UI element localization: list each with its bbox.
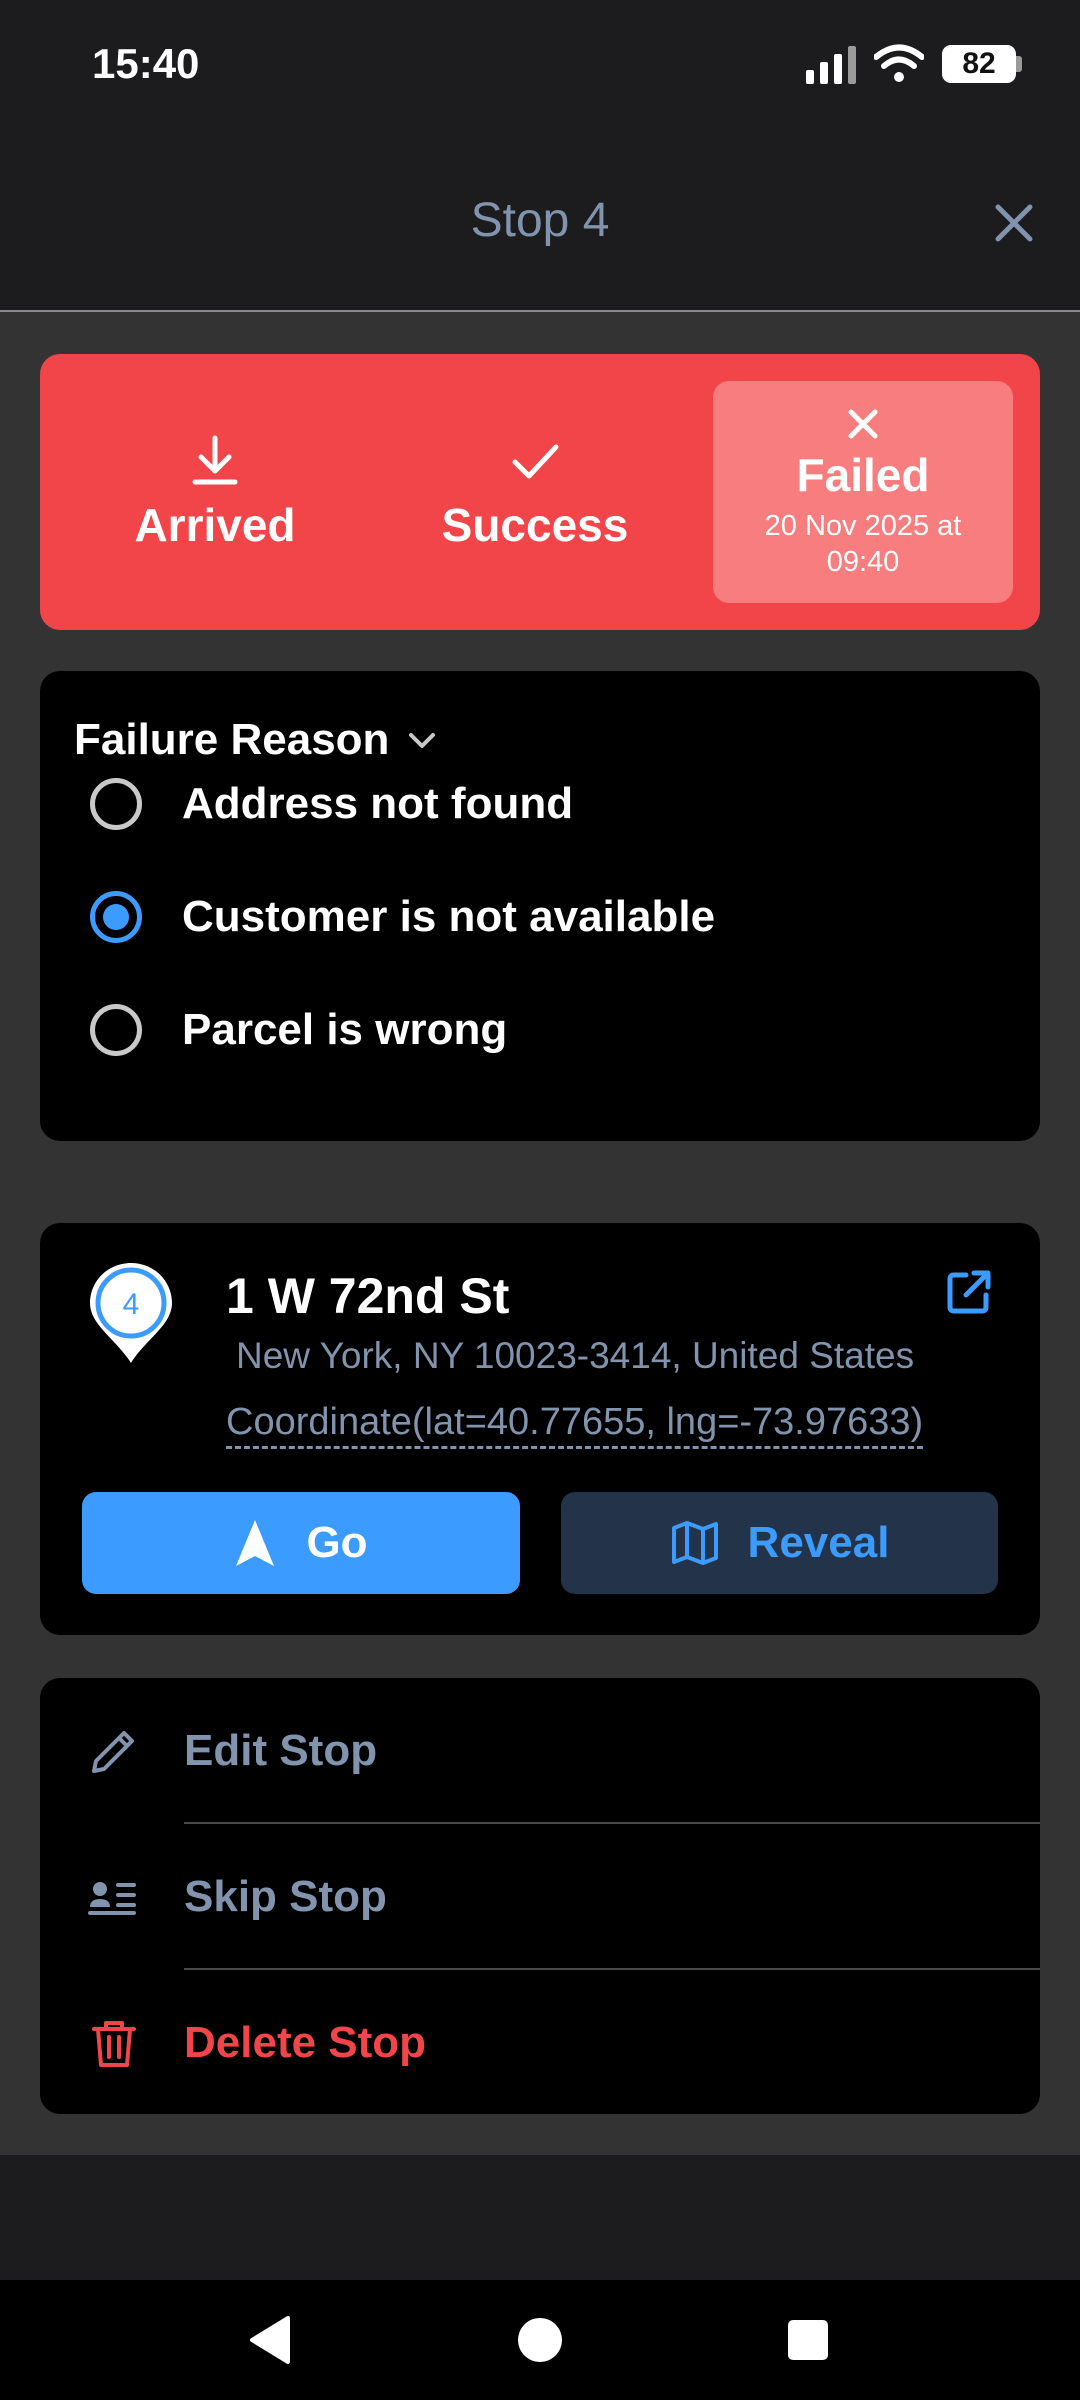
close-x-icon bbox=[848, 409, 878, 439]
delete-stop-label: Delete Stop bbox=[184, 2017, 427, 2067]
address-card: 4 1 W 72nd St New York, NY 10023-3414, U… bbox=[40, 1223, 1040, 1635]
map-icon bbox=[671, 1521, 718, 1565]
check-icon bbox=[512, 444, 559, 479]
reason-label: Customer is not available bbox=[182, 892, 716, 941]
status-arrived-button[interactable]: Arrived bbox=[40, 354, 390, 630]
delete-stop-button[interactable]: Delete Stop bbox=[40, 1970, 1040, 2114]
wifi-icon bbox=[874, 44, 924, 82]
reason-option[interactable]: Address not found bbox=[90, 778, 573, 830]
back-icon[interactable] bbox=[242, 2312, 298, 2368]
home-icon[interactable] bbox=[512, 2312, 568, 2368]
system-nav-bar bbox=[0, 2280, 1080, 2400]
reason-label: Parcel is wrong bbox=[182, 1005, 508, 1054]
status-time: 15:40 bbox=[92, 40, 200, 87]
screen: 15:40 82 Stop 4 Arrived Success Failed 2… bbox=[0, 0, 1080, 2400]
status-arrived-label: Arrived bbox=[134, 499, 296, 551]
battery-icon: 82 bbox=[942, 45, 1022, 83]
reason-option[interactable]: Customer is not available bbox=[90, 891, 715, 943]
pencil-icon bbox=[92, 1730, 134, 1773]
skip-stop-button[interactable]: Skip Stop bbox=[40, 1824, 1040, 1969]
recents-icon[interactable] bbox=[780, 2312, 836, 2368]
radio-button[interactable] bbox=[90, 1004, 142, 1056]
pin-number: 4 bbox=[123, 1288, 140, 1321]
reveal-label: Reveal bbox=[747, 1518, 890, 1567]
failure-reason-toggle[interactable]: Failure Reason bbox=[74, 715, 439, 765]
chevron-down-icon bbox=[409, 733, 436, 748]
reason-label: Address not found bbox=[182, 779, 574, 828]
status-failed-button[interactable]: Failed 20 Nov 2025 at 09:40 bbox=[713, 381, 1013, 603]
status-failed-label: Failed bbox=[796, 449, 930, 501]
address-subtitle: New York, NY 10023-3414, United States bbox=[236, 1335, 915, 1376]
navigation-arrow-icon bbox=[236, 1520, 275, 1566]
edit-stop-button[interactable]: Edit Stop bbox=[40, 1678, 1040, 1823]
reason-option[interactable]: Parcel is wrong bbox=[90, 1004, 507, 1056]
address-coordinate[interactable]: Coordinate(lat=40.77655, lng=-73.97633) bbox=[226, 1401, 924, 1449]
status-success-label: Success bbox=[441, 499, 629, 551]
radio-button-selected[interactable] bbox=[90, 891, 142, 943]
go-label: Go bbox=[306, 1518, 368, 1567]
skip-list-icon bbox=[88, 1881, 136, 1915]
map-pin-icon: 4 bbox=[90, 1263, 172, 1363]
sheet-header: Stop 4 bbox=[0, 135, 1080, 312]
stop-status-selector: Arrived Success Failed 20 Nov 2025 at 09… bbox=[40, 354, 1040, 630]
failure-reason-title: Failure Reason bbox=[74, 715, 390, 764]
failure-reason-card: Failure Reason Address not found Custome… bbox=[40, 671, 1040, 1141]
stop-actions-card: Edit Stop Skip Stop Delete Stop bbox=[40, 1678, 1040, 2114]
status-bar: 15:40 82 bbox=[0, 0, 1080, 135]
stop-sheet: Stop 4 Arrived Success Failed 20 Nov 202… bbox=[0, 135, 1080, 2155]
trash-icon bbox=[92, 2020, 136, 2067]
status-icons: 82 bbox=[806, 44, 1022, 84]
external-link-icon[interactable] bbox=[944, 1267, 994, 1317]
go-button[interactable]: Go bbox=[82, 1492, 520, 1594]
skip-stop-label: Skip Stop bbox=[184, 1871, 387, 1921]
download-arrow-icon bbox=[192, 435, 238, 485]
radio-button[interactable] bbox=[90, 778, 142, 830]
address-title: 1 W 72nd St bbox=[226, 1268, 510, 1324]
sheet-title: Stop 4 bbox=[470, 194, 610, 247]
close-icon[interactable] bbox=[986, 195, 1042, 251]
reveal-button[interactable]: Reveal bbox=[561, 1492, 998, 1594]
cell-signal-icon bbox=[806, 44, 856, 84]
edit-stop-label: Edit Stop bbox=[184, 1725, 378, 1775]
status-success-button[interactable]: Success bbox=[370, 354, 700, 630]
battery-level: 82 bbox=[942, 45, 1016, 83]
failed-timestamp: 20 Nov 2025 at 09:40 bbox=[764, 510, 962, 578]
